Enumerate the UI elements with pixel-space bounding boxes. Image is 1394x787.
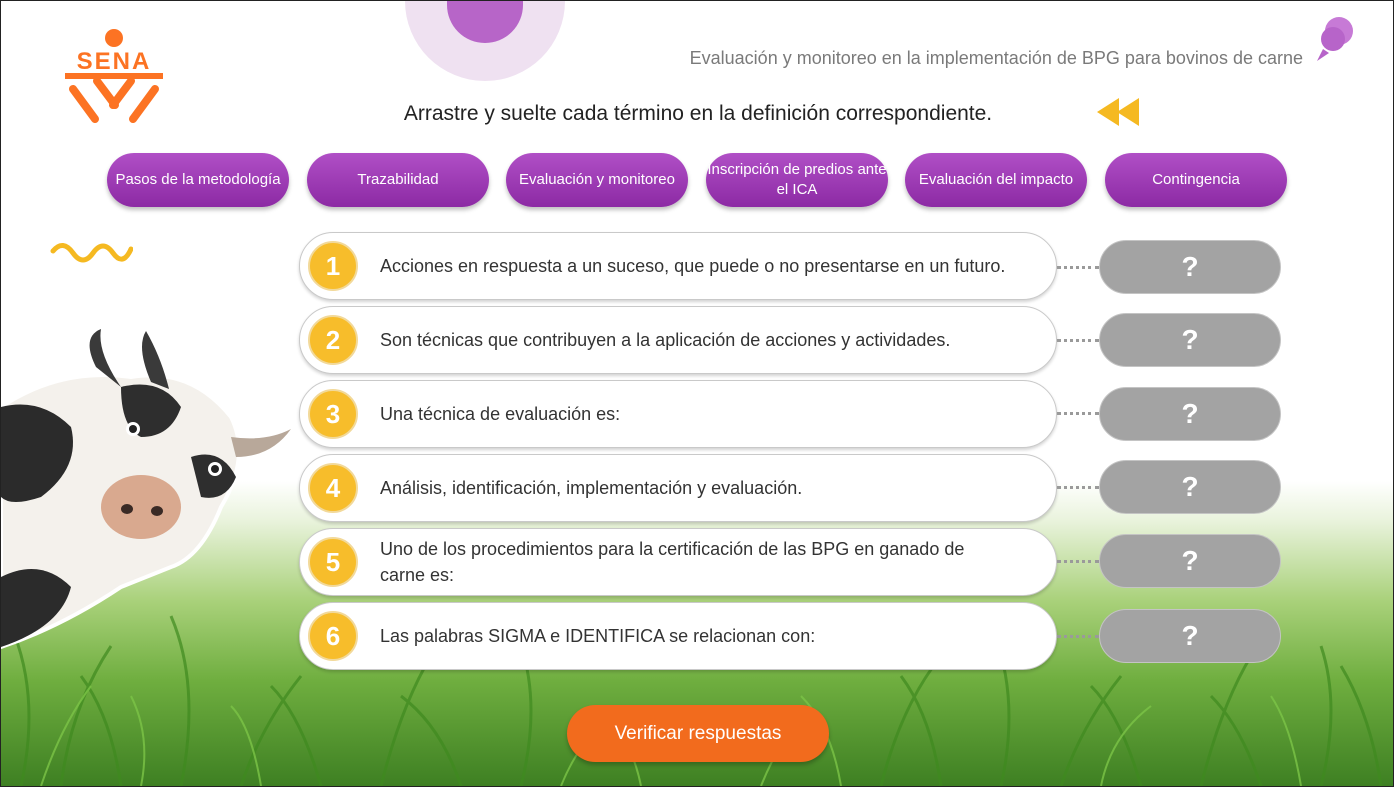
- term-pasos-metodologia[interactable]: Pasos de la metodología: [107, 153, 289, 207]
- connector-dots: [1057, 339, 1099, 342]
- connector-dots: [1057, 486, 1099, 489]
- answer-dropzone[interactable]: ?: [1099, 460, 1281, 514]
- question-row: 2 Son técnicas que contribuyen a la apli…: [299, 306, 1057, 374]
- connector-dots: [1057, 635, 1099, 638]
- question-row: 3 Una técnica de evaluación es:: [299, 380, 1057, 448]
- answer-dropzone[interactable]: ?: [1099, 387, 1281, 441]
- term-inscripcion-predios[interactable]: Inscripción de predios ante el ICA: [706, 153, 888, 207]
- rewind-icon[interactable]: [1095, 96, 1143, 128]
- term-evaluacion-monitoreo[interactable]: Evaluación y monitoreo: [506, 153, 688, 207]
- question-text: Una técnica de evaluación es:: [380, 404, 621, 424]
- question-number: 4: [308, 463, 358, 513]
- question-row: 1 Acciones en respuesta a un suceso, que…: [299, 232, 1057, 300]
- verify-answers-button[interactable]: Verificar respuestas: [567, 705, 829, 762]
- term-contingencia[interactable]: Contingencia: [1105, 153, 1287, 207]
- question-text: Análisis, identificación, implementación…: [380, 478, 803, 498]
- question-row: 4 Análisis, identificación, implementaci…: [299, 454, 1057, 522]
- term-evaluacion-impacto[interactable]: Evaluación del impacto: [905, 153, 1087, 207]
- cow-illustration: [1, 329, 291, 650]
- answer-dropzone[interactable]: ?: [1099, 313, 1281, 367]
- connector-dots: [1057, 412, 1099, 415]
- squiggle-decoration: [50, 243, 133, 263]
- answer-dropzone[interactable]: ?: [1099, 240, 1281, 294]
- question-row: 5 Uno de los procedimientos para la cert…: [299, 528, 1057, 596]
- terms-bank: Pasos de la metodología Trazabilidad Eva…: [107, 153, 1291, 209]
- term-trazabilidad[interactable]: Trazabilidad: [307, 153, 489, 207]
- header-title: Evaluación y monitoreo en la implementac…: [689, 48, 1303, 68]
- question-text: Uno de los procedimientos para la certif…: [380, 539, 965, 585]
- question-number: 6: [308, 611, 358, 661]
- question-text: Son técnicas que contribuyen a la aplica…: [380, 330, 951, 350]
- question-number: 2: [308, 315, 358, 365]
- activity-screen: SENA Evaluación y monitoreo en la implem…: [0, 0, 1394, 787]
- instructions-text: Arrastre y suelte cada término en la def…: [403, 102, 993, 125]
- answer-dropzone[interactable]: ?: [1099, 534, 1281, 588]
- connector-dots: [1057, 266, 1099, 269]
- logo-text: SENA: [77, 48, 152, 75]
- connector-dots: [1057, 560, 1099, 563]
- question-row: 6 Las palabras SIGMA e IDENTIFICA se rel…: [299, 602, 1057, 670]
- question-number: 5: [308, 537, 358, 587]
- question-text: Acciones en respuesta a un suceso, que p…: [380, 256, 1006, 276]
- question-text: Las palabras SIGMA e IDENTIFICA se relac…: [380, 626, 816, 646]
- question-number: 3: [308, 389, 358, 439]
- pin-icon: [1317, 17, 1353, 61]
- question-number: 1: [308, 241, 358, 291]
- answer-dropzone[interactable]: ?: [1099, 609, 1281, 663]
